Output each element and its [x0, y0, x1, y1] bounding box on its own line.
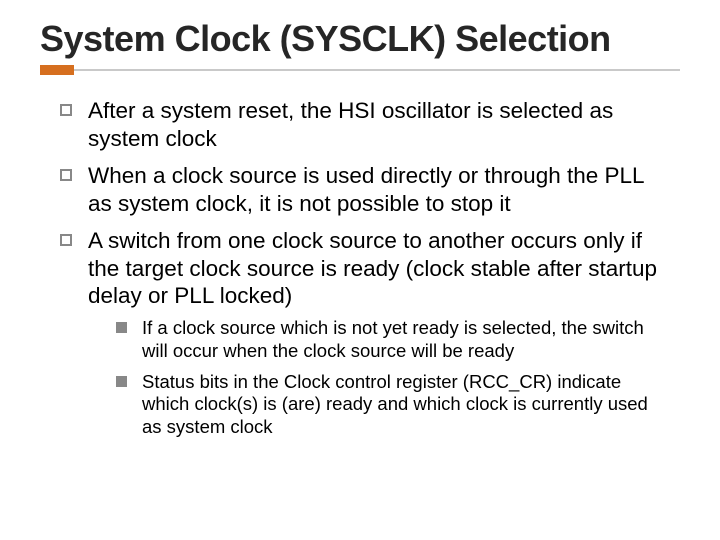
list-item: After a system reset, the HSI oscillator… [60, 97, 670, 152]
sub-list-item-text: If a clock source which is not yet ready… [142, 317, 644, 361]
accent-line [74, 69, 680, 71]
accent-divider [40, 65, 680, 75]
list-item-text: After a system reset, the HSI oscillator… [88, 98, 613, 150]
sub-bullet-list: If a clock source which is not yet ready… [88, 317, 670, 438]
bullet-list: After a system reset, the HSI oscillator… [40, 97, 680, 438]
list-item: A switch from one clock source to anothe… [60, 227, 670, 438]
list-item: When a clock source is used directly or … [60, 162, 670, 217]
sub-list-item: Status bits in the Clock control registe… [116, 371, 670, 439]
slide-title: System Clock (SYSCLK) Selection [40, 18, 680, 59]
accent-block [40, 65, 74, 75]
list-item-text: A switch from one clock source to anothe… [88, 228, 657, 308]
sub-list-item-text: Status bits in the Clock control registe… [142, 371, 648, 437]
sub-list-item: If a clock source which is not yet ready… [116, 317, 670, 362]
slide: System Clock (SYSCLK) Selection After a … [0, 0, 720, 540]
list-item-text: When a clock source is used directly or … [88, 163, 644, 215]
